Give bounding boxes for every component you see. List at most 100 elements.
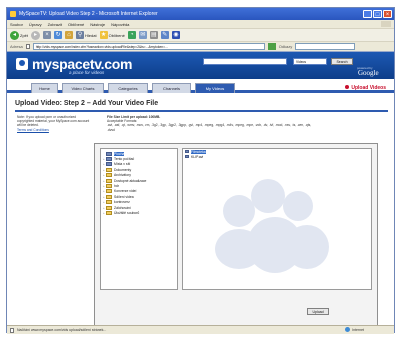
window-controls: _ □ ×: [363, 10, 392, 18]
address-bar: Adresa http://vids.myspace.com/index.cfm…: [7, 41, 394, 51]
mail-icon[interactable]: ✉: [138, 31, 147, 39]
security-zone: Internet: [345, 327, 364, 332]
video-file-icon: [185, 155, 189, 158]
folder-icon: [106, 194, 112, 199]
folder-icon: [185, 150, 189, 153]
site-header: myspacetv.com a place for videos Videos …: [7, 52, 394, 79]
menu-favorites[interactable]: Oblíbené: [68, 22, 84, 27]
history-icon[interactable]: ◔: [127, 31, 136, 39]
tree-item[interactable]: + Úložiště souborů: [103, 210, 175, 215]
tab-channels[interactable]: Channels: [152, 83, 191, 93]
site-search-button[interactable]: Search: [331, 58, 353, 65]
page-icon: [25, 44, 30, 49]
tree-item-label: Plocha: [114, 151, 125, 156]
site-search-input[interactable]: [203, 58, 287, 65]
page-status-icon: [10, 327, 14, 333]
windows-logo-icon: [381, 21, 391, 27]
toolbar-search-input[interactable]: [295, 43, 356, 50]
folder-icon: [106, 189, 112, 194]
upload-videos-label: Upload Videos: [351, 85, 386, 91]
maximize-button[interactable]: □: [373, 10, 382, 18]
myspace-watermark-icon: [213, 177, 363, 277]
title-bar: MySpaceTV: Upload Video Step 2 - Microso…: [7, 8, 394, 20]
home-icon[interactable]: ⌂: [65, 31, 74, 39]
search-button[interactable]: ⚲ Hledat: [76, 31, 97, 39]
folder-icon: [106, 184, 112, 189]
site-tagline: a place for videos: [69, 70, 105, 75]
tree-item-label: Sdílení videa: [114, 194, 134, 199]
tree-item-label: hdr: [114, 184, 119, 189]
favorites-label: Oblíbené: [108, 32, 125, 38]
tree-item-label: Tento počítač: [114, 157, 135, 162]
tree-item-label: Místa v síti: [114, 162, 131, 167]
tab-video-charts[interactable]: Video Charts: [62, 83, 104, 93]
file-picker: Plocha + Tento počítač + Místa v síti + Dok…: [94, 143, 378, 326]
terms-link[interactable]: Terms and Conditions: [17, 128, 91, 132]
desktop-icon: [106, 151, 112, 156]
toolbar: ◂ Zpět ▸ × ↻ ⌂ ⚲ Hledat ★ Oblíbené ◔ ✉ ▤…: [7, 28, 394, 41]
go-button[interactable]: [267, 43, 276, 50]
back-button[interactable]: ◂ Zpět: [10, 30, 29, 40]
forward-button[interactable]: ▸: [31, 30, 41, 40]
note-text: Note: If you upload porn or unauthorized…: [17, 115, 90, 128]
upload-note: Note: If you upload porn or unauthorized…: [17, 115, 91, 132]
file-item-label: Filmoteka: [191, 149, 206, 154]
back-label: Zpět: [20, 32, 29, 38]
menu-edit[interactable]: Úpravy: [29, 22, 42, 27]
folder-icon: [106, 210, 112, 215]
folder-icon: [106, 167, 112, 172]
upload-icon: [345, 85, 350, 89]
links-label[interactable]: Odkazy: [279, 44, 293, 49]
tab-home[interactable]: Home: [31, 83, 58, 93]
folder-icon: [106, 205, 112, 210]
search-label: Hledat: [85, 32, 97, 38]
favorites-button[interactable]: ★ Oblíbené: [99, 31, 125, 39]
file-item[interactable]: KLIP.avi: [183, 154, 371, 159]
title-divider: [15, 110, 388, 112]
folder-icon: [106, 200, 112, 205]
tab-categories[interactable]: Categories: [108, 83, 148, 93]
forward-arrow-icon: ▸: [31, 30, 41, 40]
site-tabs: Home Video Charts Categories Channels My…: [7, 79, 394, 93]
tab-my-videos[interactable]: My Videos: [195, 83, 235, 93]
tree-item-label: Dokumenty: [114, 167, 132, 172]
upload-videos-link[interactable]: Upload Videos: [345, 85, 386, 91]
computer-icon: [106, 157, 112, 162]
folder-tree[interactable]: Plocha + Tento počítač + Místa v síti + Dok…: [100, 148, 178, 290]
ie-icon: [10, 11, 16, 17]
folder-icon: [106, 178, 112, 183]
messenger-icon[interactable]: ◉: [171, 31, 180, 39]
status-text: Načítání www.myspace.com/vids upload/sdí…: [17, 328, 107, 332]
search-scope-select[interactable]: Videos: [293, 58, 327, 65]
edit-icon[interactable]: ✎: [160, 31, 169, 39]
close-button[interactable]: ×: [383, 10, 392, 18]
tree-item-label: Dostupné aktualizace: [114, 178, 147, 183]
tree-item-label: Konverze videí: [114, 189, 137, 194]
menu-bar: Soubor Úpravy Zobrazit Oblíbené Nástroje…: [7, 20, 394, 28]
network-icon: [106, 162, 112, 167]
zone-label: Internet: [352, 327, 364, 332]
folder-icon: [106, 173, 112, 178]
refresh-icon[interactable]: ↻: [54, 31, 63, 39]
menu-view[interactable]: Zobrazit: [48, 22, 62, 27]
myspace-logo-icon[interactable]: [16, 58, 28, 70]
file-list[interactable]: Filmoteka KLIP.avi: [182, 148, 372, 290]
minimize-button[interactable]: _: [363, 10, 372, 18]
browser-window: MySpaceTV: Upload Video Step 2 - Microso…: [6, 7, 395, 334]
menu-file[interactable]: Soubor: [10, 22, 23, 27]
tree-item-label: Archivátory: [114, 173, 131, 178]
menu-help[interactable]: Nápověda: [111, 22, 129, 27]
tree-item-label: Úložiště souborů: [114, 210, 140, 215]
menu-tools[interactable]: Nástroje: [90, 22, 105, 27]
back-arrow-icon: ◂: [10, 30, 19, 40]
address-input[interactable]: http://vids.myspace.com/index.cfm?fuseac…: [32, 43, 265, 50]
print-icon[interactable]: ▤: [149, 31, 158, 39]
window-title: MySpaceTV: Upload Video Step 2 - Microso…: [19, 11, 158, 17]
stop-icon[interactable]: ×: [43, 31, 52, 39]
upload-button[interactable]: Upload: [307, 308, 329, 315]
page-title: Upload Video: Step 2 – Add Your Video Fi…: [15, 100, 159, 107]
file-item-label: KLIP.avi: [191, 154, 204, 159]
star-icon: ★: [99, 31, 108, 39]
search-icon: ⚲: [76, 31, 85, 39]
google-logo: Google: [358, 69, 379, 77]
